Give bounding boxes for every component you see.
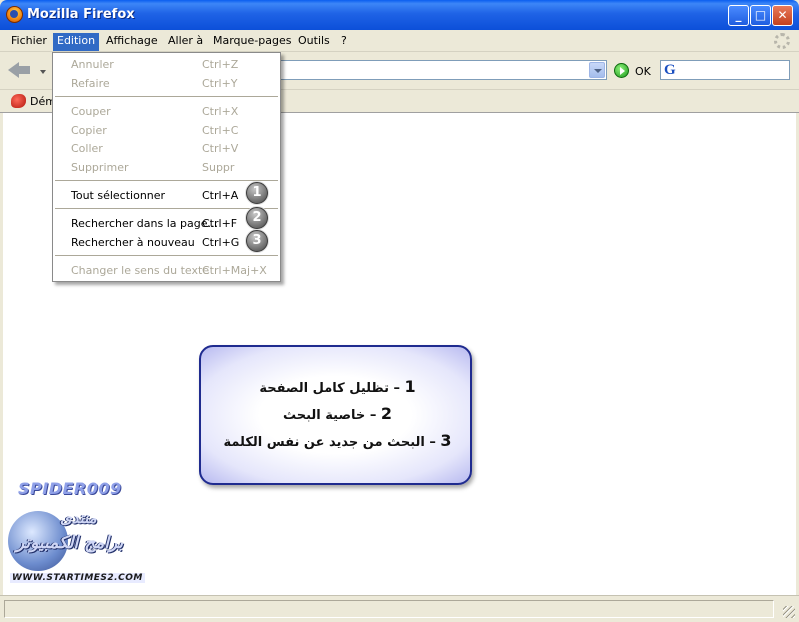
- watermark-title: SPIDER009: [18, 479, 122, 498]
- menu-item-label: Supprimer: [71, 161, 129, 174]
- menu-item-couper: Couper Ctrl+X: [53, 103, 280, 121]
- menu-bar: Fichier Edition Affichage Aller à Marque…: [0, 30, 799, 52]
- go-button[interactable]: OK: [635, 65, 651, 78]
- menu-item-label: Couper: [71, 105, 111, 118]
- back-dropdown-icon[interactable]: [40, 70, 46, 74]
- minimize-button[interactable]: _: [728, 5, 749, 26]
- watermark-logo: منتدى برامج الكمبيوتر WWW.STARTIMES2.COM: [8, 503, 145, 589]
- annotation-number: 3: [440, 431, 452, 450]
- edit-menu: Annuler Ctrl+Z Refaire Ctrl+Y Couper Ctr…: [52, 52, 281, 282]
- search-input[interactable]: G: [660, 60, 790, 80]
- menu-fichier[interactable]: Fichier: [7, 33, 51, 51]
- menu-item-label: Changer le sens du texte: [71, 264, 210, 277]
- number-badge-2: 2: [246, 207, 268, 229]
- menu-item-copier: Copier Ctrl+C: [53, 122, 280, 140]
- menu-separator: [55, 208, 278, 209]
- title-bar[interactable]: Mozilla Firefox _ □ ✕: [0, 0, 799, 30]
- annotation-text: – البحث من جديد عن نفس الكلمة: [223, 435, 436, 450]
- menu-affichage[interactable]: Affichage: [102, 33, 162, 51]
- url-dropdown-icon[interactable]: [589, 62, 605, 78]
- menu-outils[interactable]: Outils: [294, 33, 334, 51]
- status-bar: [0, 595, 799, 622]
- menu-item-refaire: Refaire Ctrl+Y: [53, 75, 280, 93]
- menu-item-label: Tout sélectionner: [71, 189, 166, 202]
- menu-item-annuler: Annuler Ctrl+Z: [53, 56, 280, 74]
- menu-item-text-direction: Changer le sens du texte Ctrl+Maj+X: [53, 262, 280, 280]
- annotation-number: 2: [380, 404, 392, 423]
- menu-item-coller: Coller Ctrl+V: [53, 140, 280, 158]
- menu-item-label: Coller: [71, 142, 103, 155]
- menu-item-label: Annuler: [71, 58, 114, 71]
- menu-item-label: Refaire: [71, 77, 110, 90]
- menu-item-shortcut: Ctrl+C: [202, 124, 239, 137]
- maximize-button[interactable]: □: [750, 5, 771, 26]
- menu-item-shortcut: Suppr: [202, 161, 235, 174]
- menu-item-supprimer: Supprimer Suppr: [53, 159, 280, 177]
- url-input[interactable]: [280, 60, 607, 80]
- menu-separator: [55, 96, 278, 97]
- menu-edition[interactable]: Edition: [53, 33, 100, 51]
- annotation-text: – تظليل كامل الصفحة: [259, 381, 401, 396]
- menu-aller[interactable]: Aller à: [164, 33, 207, 51]
- annotation-number: 1: [404, 377, 416, 396]
- annotation-line: 3 – البحث من جديد عن نفس الكلمة: [201, 431, 474, 450]
- menu-item-shortcut: Ctrl+X: [202, 105, 239, 118]
- annotation-box: 1 – تظليل كامل الصفحة 2 – خاصية البحث 3 …: [199, 345, 472, 485]
- menu-separator: [55, 180, 278, 181]
- close-button[interactable]: ✕: [772, 5, 793, 26]
- menu-help[interactable]: ?: [337, 33, 351, 51]
- go-icon[interactable]: [614, 63, 629, 78]
- number-badge-3: 3: [246, 230, 268, 252]
- annotation-line: 1 – تظليل كامل الصفحة: [201, 377, 474, 396]
- status-text: [4, 600, 774, 618]
- menu-item-shortcut: Ctrl+F: [202, 217, 238, 230]
- google-icon[interactable]: G: [664, 62, 676, 78]
- menu-item-label: Rechercher à nouveau: [71, 236, 195, 249]
- menu-item-shortcut: Ctrl+A: [202, 189, 239, 202]
- menu-item-label: Rechercher dans la page...: [71, 217, 218, 230]
- menu-marque-pages[interactable]: Marque-pages: [209, 33, 295, 51]
- annotation-line: 2 – خاصية البحث: [201, 404, 474, 423]
- throbber-icon: [774, 33, 790, 49]
- menu-separator: [55, 255, 278, 256]
- annotation-text: – خاصية البحث: [282, 408, 377, 423]
- menu-item-shortcut: Ctrl+G: [202, 236, 240, 249]
- menu-item-shortcut: Ctrl+Y: [202, 77, 238, 90]
- window-title: Mozilla Firefox: [27, 7, 135, 22]
- bookmark-icon: [11, 94, 26, 108]
- number-badge-1: 1: [246, 182, 268, 204]
- menu-item-shortcut: Ctrl+Z: [202, 58, 239, 71]
- menu-item-shortcut: Ctrl+Maj+X: [202, 264, 267, 277]
- watermark-site: WWW.STARTIMES2.COM: [10, 573, 145, 583]
- resize-grip-icon[interactable]: [783, 606, 795, 618]
- watermark-logo-line2: برامج الكمبيوتر: [16, 533, 124, 553]
- firefox-icon: [6, 6, 23, 23]
- menu-item-label: Copier: [71, 124, 107, 137]
- menu-item-shortcut: Ctrl+V: [202, 142, 239, 155]
- watermark-logo-line1: منتدى: [60, 509, 97, 527]
- back-arrow-icon[interactable]: [8, 60, 34, 80]
